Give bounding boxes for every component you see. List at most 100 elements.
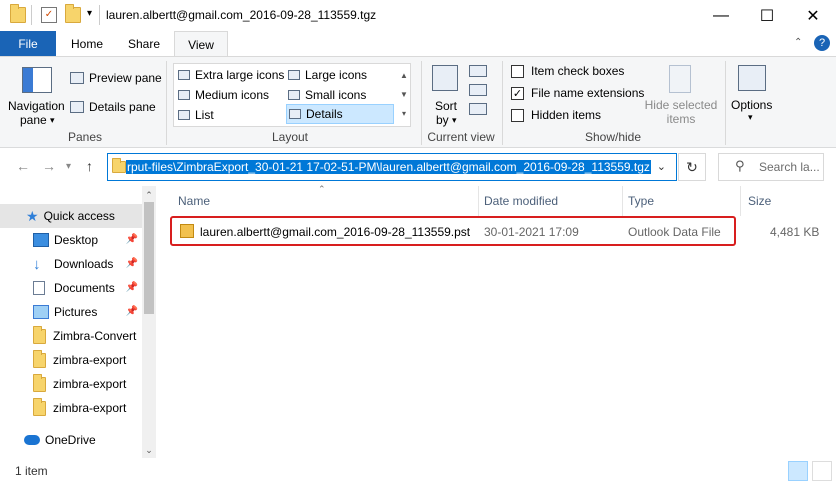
options-button[interactable]: Options — [731, 98, 772, 112]
nav-item-zimbra-export[interactable]: zimbra-export — [0, 372, 142, 396]
nav-scrollbar[interactable]: ⌃ ⌄ — [142, 186, 156, 458]
checkbox-unchecked-icon — [511, 108, 524, 122]
file-name: lauren.albertt@gmail.com_2016-09-28_1135… — [200, 225, 471, 239]
sort-by-button[interactable]: Sort — [435, 99, 457, 113]
column-date-modified[interactable]: Date modified — [484, 194, 558, 208]
add-columns-icon[interactable] — [469, 84, 487, 96]
file-size: 4,481 KB — [770, 225, 820, 239]
nav-item-onedrive[interactable]: OneDrive — [0, 428, 142, 452]
layout-large-icons[interactable]: Large icons — [288, 66, 367, 84]
refresh-button[interactable]: ↻ — [678, 153, 706, 181]
search-box[interactable]: ⚲ Search la... — [718, 153, 824, 181]
nav-item-pictures[interactable]: Pictures 📌 — [0, 300, 142, 324]
folder-icon — [33, 397, 46, 416]
hide-selected-button[interactable]: Hide selected — [640, 98, 722, 112]
layout-list[interactable]: List — [178, 106, 214, 124]
nav-item-zimbra-convert[interactable]: Zimbra-Convert — [0, 324, 142, 348]
column-divider[interactable] — [478, 186, 479, 216]
search-placeholder: Search la... — [759, 160, 820, 174]
group-divider — [166, 61, 167, 145]
chevron-down-icon[interactable]: ⌄ — [656, 160, 666, 173]
chevron-down-icon[interactable]: ▾ — [748, 112, 753, 123]
file-name-extensions-checkbox[interactable]: ✓ File name extensions — [511, 86, 644, 100]
details-view-icon[interactable] — [788, 461, 808, 481]
column-divider[interactable] — [740, 186, 741, 216]
nav-item-quick-access[interactable]: ★ Quick access — [0, 204, 142, 228]
navigation-pane-label[interactable]: pane ▾ — [20, 113, 55, 127]
nav-item-downloads[interactable]: ↓ Downloads 📌 — [0, 252, 142, 276]
help-icon[interactable]: ? — [814, 35, 830, 51]
nav-item-desktop[interactable]: Desktop 📌 — [0, 228, 142, 252]
preview-pane-button[interactable]: Preview pane — [70, 71, 162, 85]
column-type[interactable]: Type — [628, 194, 654, 208]
item-check-boxes-checkbox[interactable]: Item check boxes — [511, 64, 624, 78]
layout-medium-icons[interactable]: Medium icons — [178, 86, 269, 104]
folder-icon — [33, 349, 46, 368]
layout-small-icons[interactable]: Small icons — [288, 86, 366, 104]
group-divider — [421, 61, 422, 145]
up-button[interactable]: ↑ — [86, 158, 93, 174]
desktop-icon — [33, 233, 49, 247]
address-bar[interactable]: rput-files\ZimbraExport_30-01-21 17-02-5… — [107, 153, 677, 181]
show-hide-group-label: Show/hide — [584, 130, 642, 144]
medium-icons-icon — [178, 90, 190, 100]
large-icons-view-icon[interactable] — [812, 461, 832, 481]
tab-home[interactable]: Home — [62, 31, 112, 56]
layout-details[interactable]: Details — [286, 104, 394, 124]
pictures-icon — [33, 305, 49, 319]
current-view-group-label: Current view — [427, 130, 495, 144]
recent-locations-dropdown[interactable]: ▾ — [66, 161, 71, 172]
layout-scroll[interactable]: ▲ ▼ ▾ — [398, 66, 410, 124]
address-row: ← → ▾ ↑ rput-files\ZimbraExport_30-01-21… — [0, 148, 836, 186]
item-count: 1 item — [15, 464, 48, 478]
address-path[interactable]: rput-files\ZimbraExport_30-01-21 17-02-5… — [126, 160, 651, 174]
chevron-up-icon[interactable]: ⌃ — [794, 37, 802, 48]
checkmark-icon: ✓ — [511, 86, 524, 100]
nav-item-documents[interactable]: Documents 📌 — [0, 276, 142, 300]
tab-view[interactable]: View — [174, 31, 228, 57]
quick-access-dropdown-icon[interactable]: ▾ — [87, 8, 92, 19]
chevron-down-icon[interactable]: ⌄ — [142, 445, 156, 456]
divider — [31, 5, 32, 25]
ribbon: Navigation pane ▾ Preview pane Details p… — [0, 56, 836, 148]
checkbox-unchecked-icon — [511, 64, 524, 78]
large-icons-icon — [288, 70, 300, 80]
folder-icon — [33, 325, 46, 344]
forward-button[interactable]: → — [42, 158, 56, 174]
details-icon — [289, 109, 301, 119]
properties-icon[interactable]: ✓ — [41, 7, 57, 23]
new-folder-icon[interactable] — [65, 4, 81, 23]
layout-extra-large-icons[interactable]: Extra large icons — [178, 66, 284, 84]
tab-share[interactable]: Share — [118, 31, 170, 56]
group-divider — [502, 61, 503, 145]
nav-item-zimbra-export[interactable]: zimbra-export — [0, 348, 142, 372]
search-icon: ⚲ — [735, 158, 745, 173]
details-pane-button[interactable]: Details pane — [70, 100, 156, 114]
navigation-pane-button[interactable]: Navigation — [8, 99, 65, 113]
folder-icon — [10, 4, 26, 23]
size-columns-icon[interactable] — [469, 103, 487, 115]
maximize-button[interactable]: ☐ — [744, 0, 790, 31]
minimize-button[interactable]: — — [698, 0, 744, 31]
hidden-items-checkbox[interactable]: Hidden items — [511, 108, 601, 122]
pin-icon: 📌 — [125, 258, 138, 269]
extra-large-icons-icon — [178, 70, 190, 80]
chevron-down-icon: ▾ — [50, 114, 55, 125]
documents-icon — [33, 281, 45, 295]
sort-by-label[interactable]: by ▾ — [436, 113, 457, 127]
close-button[interactable]: ✕ — [790, 0, 836, 31]
details-pane-icon — [70, 101, 84, 113]
back-button[interactable]: ← — [16, 158, 30, 174]
chevron-down-icon: ▾ — [452, 114, 457, 125]
column-size[interactable]: Size — [748, 194, 771, 208]
group-by-icon[interactable] — [469, 65, 487, 77]
scrollbar-thumb[interactable] — [144, 202, 154, 314]
column-divider[interactable] — [622, 186, 623, 216]
hide-selected-label: items — [666, 112, 696, 126]
tab-file[interactable]: File — [0, 31, 56, 56]
column-name[interactable]: Name — [178, 194, 210, 208]
chevron-up-icon[interactable]: ⌃ — [142, 190, 156, 201]
title-bar: ✓ ▾ lauren.albertt@gmail.com_2016-09-28_… — [0, 0, 836, 31]
nav-item-zimbra-export[interactable]: zimbra-export — [0, 396, 142, 420]
file-date-modified: 30-01-2021 17:09 — [484, 225, 579, 239]
